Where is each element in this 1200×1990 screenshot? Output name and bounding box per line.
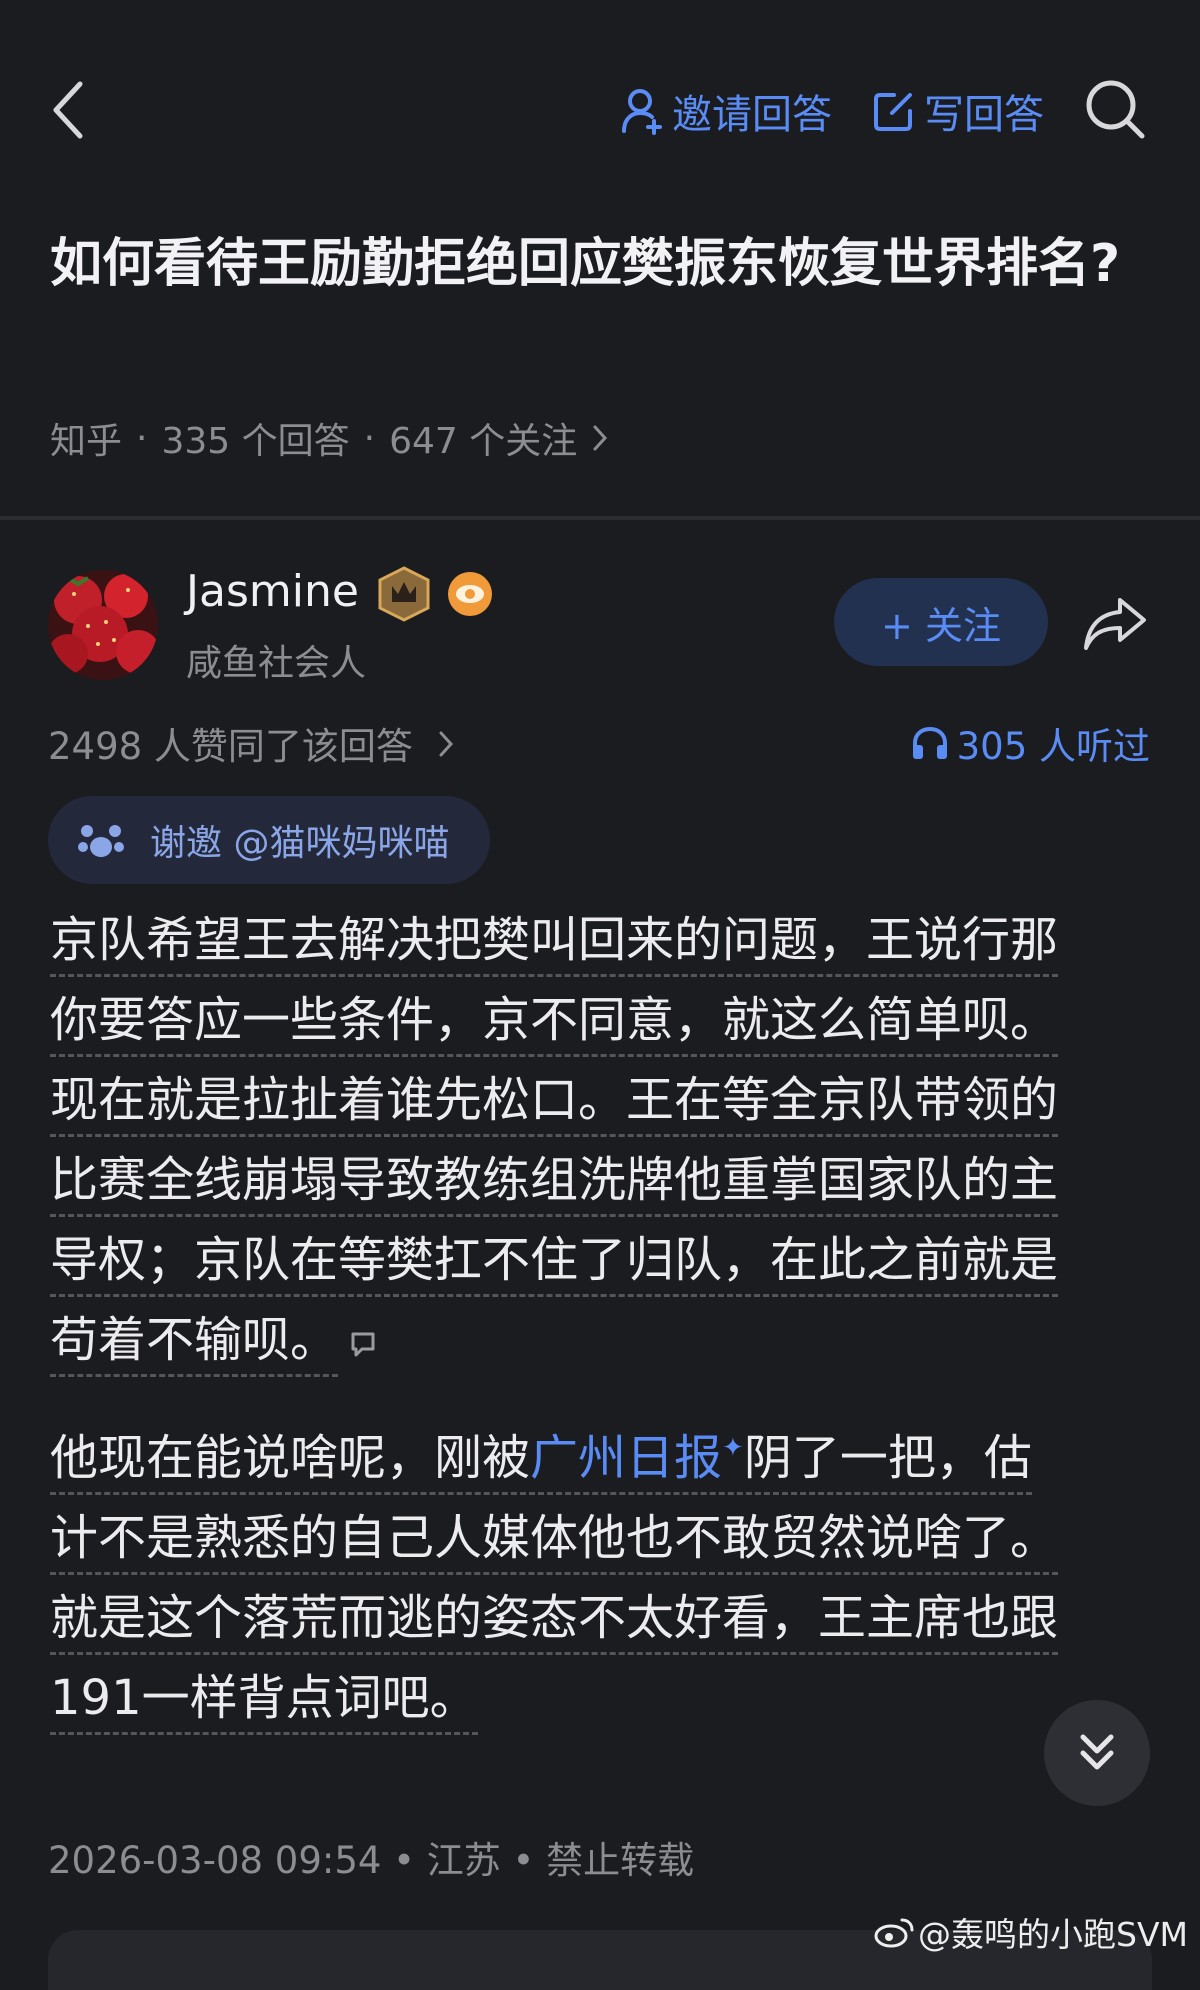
write-answer-label: 写回答 xyxy=(924,92,1044,138)
invited-by-chip[interactable]: 谢邀 @猫咪妈咪喵 xyxy=(48,796,490,884)
scroll-next-button[interactable] xyxy=(1044,1700,1150,1806)
comment-icon xyxy=(351,1332,375,1357)
write-answer-button[interactable]: 写回答 xyxy=(872,82,1044,140)
avatar[interactable] xyxy=(48,570,158,680)
answer-line: 比赛全线崩塌导致教练组洗牌他重掌国家队的主 xyxy=(50,1152,1059,1217)
author-name[interactable]: Jasmine xyxy=(186,566,359,617)
answer-meta: 2026-03-08 09:54 • 江苏 • 禁止转载 xyxy=(48,1839,695,1882)
answer-line: 就是这个落荒而逃的姿态不太好看，王主席也跟 xyxy=(50,1590,1059,1655)
eye-badge-icon xyxy=(448,572,492,616)
meta-separator: · xyxy=(136,417,148,459)
listened-count[interactable]: 305 人听过 xyxy=(911,716,1150,770)
answer-line: 他现在能说啥呢，刚被广州日报✦阴了一把，估 xyxy=(50,1430,1032,1495)
share-icon xyxy=(1084,598,1146,650)
guangzhou-daily-link[interactable]: 广州日报 xyxy=(530,1430,722,1486)
sparkle-icon: ✦ xyxy=(722,1433,744,1463)
invite-answer-label: 邀请回答 xyxy=(672,92,832,138)
meta-separator: · xyxy=(363,417,376,459)
author-bio: 咸鱼社会人 xyxy=(186,643,367,684)
answer-text: 他现在能说啥呢，刚被 xyxy=(50,1430,531,1486)
share-button[interactable] xyxy=(1080,594,1150,654)
answer-line: 191一样背点词吧。 xyxy=(50,1670,478,1735)
back-arrow-icon xyxy=(53,81,83,139)
answer-line: 导权；京队在等樊扛不住了归队，在此之前就是 xyxy=(50,1232,1059,1297)
top-bar: 邀请回答 写回答 xyxy=(0,0,1200,220)
weibo-icon xyxy=(874,1918,914,1948)
crown-badge[interactable] xyxy=(378,566,430,626)
search-button[interactable] xyxy=(1084,78,1146,140)
question-meta[interactable]: 知乎 · 335 个回答 · 647 个关注 xyxy=(50,412,609,464)
watermark-text: @轰鸣的小跑SVM xyxy=(918,1915,1188,1954)
answer-paragraph-1: 京队希望王去解决把樊叫回来的问题，王说行那 你要答应一些条件，京不同意，就这么简… xyxy=(50,900,1160,1383)
section-divider xyxy=(0,516,1200,520)
eye-badge[interactable] xyxy=(446,570,494,622)
segment-comment-button[interactable] xyxy=(348,1303,378,1383)
listened-label: 305 人听过 xyxy=(956,725,1150,768)
answer-paragraph-2: 他现在能说啥呢，刚被广州日报✦阴了一把，估 计不是熟悉的自己人媒体他也不敢贸然说… xyxy=(50,1418,1160,1738)
edit-icon xyxy=(874,93,912,131)
answer-count: 335 个回答 xyxy=(161,421,350,462)
answer-line: 计不是熟悉的自己人媒体他也不敢贸然说啥了。 xyxy=(50,1510,1059,1575)
double-chevron-down-icon xyxy=(1080,1734,1114,1770)
likes-label: 2498 人赞同了该回答 xyxy=(48,725,413,768)
invited-by-label: 谢邀 @猫咪妈咪喵 xyxy=(150,823,450,864)
answer-line: 京队希望王去解决把樊叫回来的问题，王说行那 xyxy=(50,912,1059,977)
cat-icon xyxy=(78,825,124,857)
question-title[interactable]: 如何看待王励勤拒绝回应樊振东恢复世界排名? xyxy=(50,220,1150,308)
strawberry-avatar-image xyxy=(48,570,158,680)
follow-button[interactable]: + 关注 xyxy=(834,578,1048,666)
search-icon xyxy=(1086,80,1145,139)
chevron-right-icon xyxy=(593,425,608,451)
answer-line: 苟着不输呗。 xyxy=(50,1312,339,1377)
headphones-icon xyxy=(912,726,947,759)
person-add-icon xyxy=(622,89,662,135)
likes-count[interactable]: 2498 人赞同了该回答 xyxy=(48,716,455,770)
follower-count: 647 个关注 xyxy=(389,421,578,462)
chevron-right-icon xyxy=(439,731,453,757)
watermark: @轰鸣的小跑SVM xyxy=(874,1908,1188,1956)
invite-answer-button[interactable]: 邀请回答 xyxy=(620,82,832,140)
source-label: 知乎 xyxy=(50,421,123,462)
answer-text: 阴了一把，估 xyxy=(743,1430,1032,1486)
back-button[interactable] xyxy=(48,78,88,142)
answer-line: 你要答应一些条件，京不同意，就这么简单呗。 xyxy=(50,992,1059,1057)
answer-line: 现在就是拉扯着谁先松口。王在等全京队带领的 xyxy=(50,1072,1059,1137)
crown-badge-icon xyxy=(378,566,430,622)
